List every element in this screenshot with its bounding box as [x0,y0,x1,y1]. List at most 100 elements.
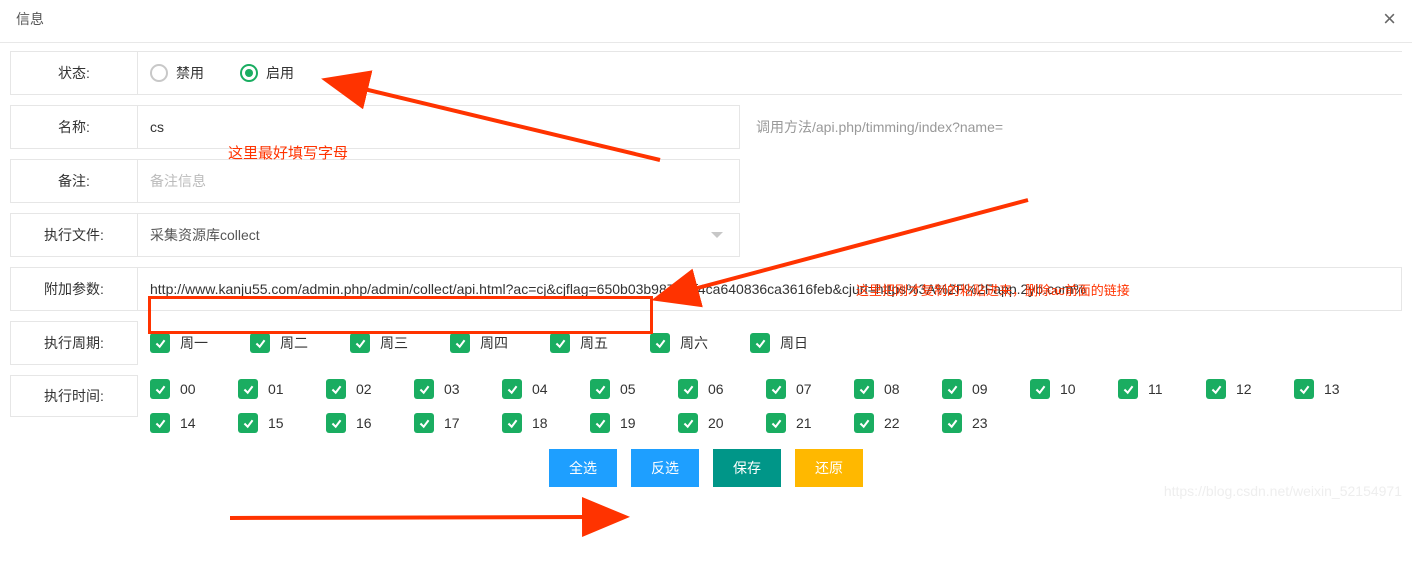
radio-disable[interactable]: 禁用 [150,63,204,83]
time-label: 17 [444,415,460,431]
exec-file-value: 采集资源库collect [150,225,260,245]
time-item[interactable]: 06 [678,379,766,399]
name-value [138,105,740,149]
row-extra-param: 附加参数: [10,267,1402,311]
check-icon [238,413,258,433]
check-icon [414,413,434,433]
time-item[interactable]: 00 [150,379,238,399]
check-icon [854,379,874,399]
invert-button[interactable]: 反选 [631,449,699,487]
row-name: 名称: 调用方法/api.php/timming/index?name= [10,105,1402,149]
time-item[interactable]: 17 [414,413,502,433]
dialog-header: 信息 × [0,0,1412,43]
reset-button[interactable]: 还原 [795,449,863,487]
cycle-label: 周二 [280,333,308,353]
check-icon [1118,379,1138,399]
radio-enable[interactable]: 启用 [240,63,294,83]
time-label: 00 [180,381,196,397]
check-icon [326,379,346,399]
check-icon [350,333,370,353]
button-row: 全选 反选 保存 还原 [10,437,1402,505]
time-item[interactable]: 04 [502,379,590,399]
check-icon [150,379,170,399]
label-status: 状态: [10,51,138,95]
time-label: 15 [268,415,284,431]
time-item[interactable]: 20 [678,413,766,433]
time-item[interactable]: 07 [766,379,854,399]
cycle-label: 周三 [380,333,408,353]
remark-input[interactable] [150,169,727,193]
extra-param-input[interactable] [150,277,1389,301]
time-item[interactable]: 22 [854,413,942,433]
radio-disable-label: 禁用 [176,63,204,83]
name-input[interactable] [150,115,727,139]
cycle-item[interactable]: 周一 [150,333,250,353]
time-label: 09 [972,381,988,397]
cycle-item[interactable]: 周六 [650,333,750,353]
check-icon [150,413,170,433]
cycle-item[interactable]: 周三 [350,333,450,353]
time-item[interactable]: 02 [326,379,414,399]
time-item[interactable]: 16 [326,413,414,433]
status-value: 禁用 启用 [138,51,1402,95]
check-icon [678,379,698,399]
time-item[interactable]: 14 [150,413,238,433]
row-remark: 备注: [10,159,1402,203]
cycle-item[interactable]: 周四 [450,333,550,353]
time-label: 06 [708,381,724,397]
time-label: 14 [180,415,196,431]
label-exec-file: 执行文件: [10,213,138,257]
time-item[interactable]: 13 [1294,379,1382,399]
check-icon [150,333,170,353]
cycle-label: 周一 [180,333,208,353]
dialog-title: 信息 [16,9,44,29]
time-label: 13 [1324,381,1340,397]
time-label: 19 [620,415,636,431]
label-name: 名称: [10,105,138,149]
time-label: 22 [884,415,900,431]
time-label: 02 [356,381,372,397]
time-item[interactable]: 23 [942,413,1030,433]
cycle-label: 周四 [480,333,508,353]
time-item[interactable]: 01 [238,379,326,399]
time-item[interactable]: 10 [1030,379,1118,399]
time-item[interactable]: 18 [502,413,590,433]
exec-file-select[interactable]: 采集资源库collect [138,213,740,257]
cycle-label: 周六 [680,333,708,353]
time-label: 10 [1060,381,1076,397]
radio-circle-on [240,64,258,82]
check-icon [766,379,786,399]
check-icon [854,413,874,433]
cycle-item[interactable]: 周二 [250,333,350,353]
cycle-item[interactable]: 周五 [550,333,650,353]
close-icon[interactable]: × [1383,6,1396,32]
time-label: 05 [620,381,636,397]
time-item[interactable]: 19 [590,413,678,433]
select-all-button[interactable]: 全选 [549,449,617,487]
label-extra-param: 附加参数: [10,267,138,311]
check-icon [1030,379,1050,399]
check-icon [414,379,434,399]
check-icon [766,413,786,433]
save-button[interactable]: 保存 [713,449,781,487]
chevron-down-icon [711,232,723,238]
time-item[interactable]: 11 [1118,379,1206,399]
check-icon [678,413,698,433]
time-item[interactable]: 21 [766,413,854,433]
cycle-item[interactable]: 周日 [750,333,850,353]
radio-circle-off [150,64,168,82]
time-item[interactable]: 05 [590,379,678,399]
row-cycle: 执行周期: 周一周二周三周四周五周六周日 [10,321,1402,365]
time-label: 01 [268,381,284,397]
time-item[interactable]: 03 [414,379,502,399]
label-time: 执行时间: [10,375,138,417]
row-time: 执行时间: 00 01 02 0304 05 06 07 08 09 10 1112 13 14 15 16… [10,375,1402,433]
label-remark: 备注: [10,159,138,203]
row-status: 状态: 禁用 启用 [10,51,1402,95]
time-item[interactable]: 15 [238,413,326,433]
time-item[interactable]: 08 [854,379,942,399]
time-label: 08 [884,381,900,397]
extra-param-value [138,267,1402,311]
time-item[interactable]: 09 [942,379,1030,399]
time-item[interactable]: 12 [1206,379,1294,399]
